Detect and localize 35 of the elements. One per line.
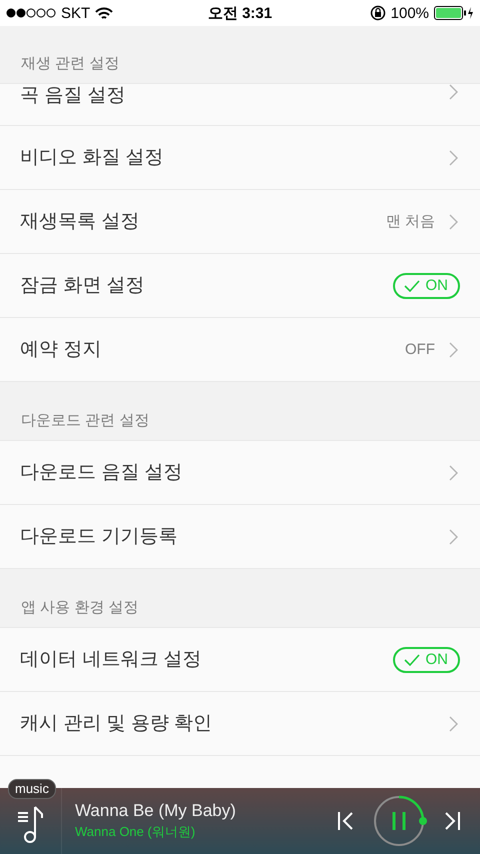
carrier-name: SKT [61, 4, 90, 22]
row-label: 데이터 네트워크 설정 [20, 648, 203, 672]
playlist-menu-icon[interactable] [16, 805, 44, 843]
music-badge: music [8, 779, 56, 799]
battery-percent: 100% [390, 4, 430, 22]
check-icon [404, 280, 420, 292]
settings-row[interactable]: 곡 음질 설정 [0, 84, 480, 126]
section-header: 재생 관련 설정 [21, 54, 120, 73]
row-value: 맨 처음 [386, 212, 435, 231]
row-label: 캐시 관리 및 용량 확인 [20, 712, 214, 736]
chevron-icon [449, 214, 458, 230]
signal-icon [6, 8, 56, 18]
row-label: 다운로드 기기등록 [20, 524, 178, 548]
row-label: 비디오 화질 설정 [20, 146, 165, 170]
chevron-icon [449, 342, 458, 358]
row-label: 예약 정지 [20, 338, 102, 362]
chevron-icon [449, 716, 458, 732]
battery-charging-icon [434, 6, 474, 20]
song-title: Wanna Be (My Baby) [75, 801, 237, 821]
wifi-icon [95, 6, 114, 20]
row-value: OFF [405, 341, 435, 358]
row-label: 다운로드 음질 설정 [20, 460, 184, 484]
chevron-icon [449, 528, 458, 544]
clock: 오전 3:31 [208, 4, 272, 22]
chevron-icon [449, 464, 458, 480]
row-label: 재생목록 설정 [20, 210, 140, 234]
section-header: 다운로드 관련 설정 [21, 411, 150, 430]
section-header: 앱 사용 환경 설정 [21, 598, 139, 617]
row-label: 곡 음질 설정 [20, 84, 127, 108]
check-icon [404, 654, 420, 666]
chevron-icon [449, 150, 458, 166]
chevron-icon [449, 84, 458, 100]
rotation-lock-icon [370, 5, 386, 21]
row-label: 잠금 화면 설정 [20, 274, 146, 298]
artist-name: Wanna One (워너원) [75, 823, 196, 841]
